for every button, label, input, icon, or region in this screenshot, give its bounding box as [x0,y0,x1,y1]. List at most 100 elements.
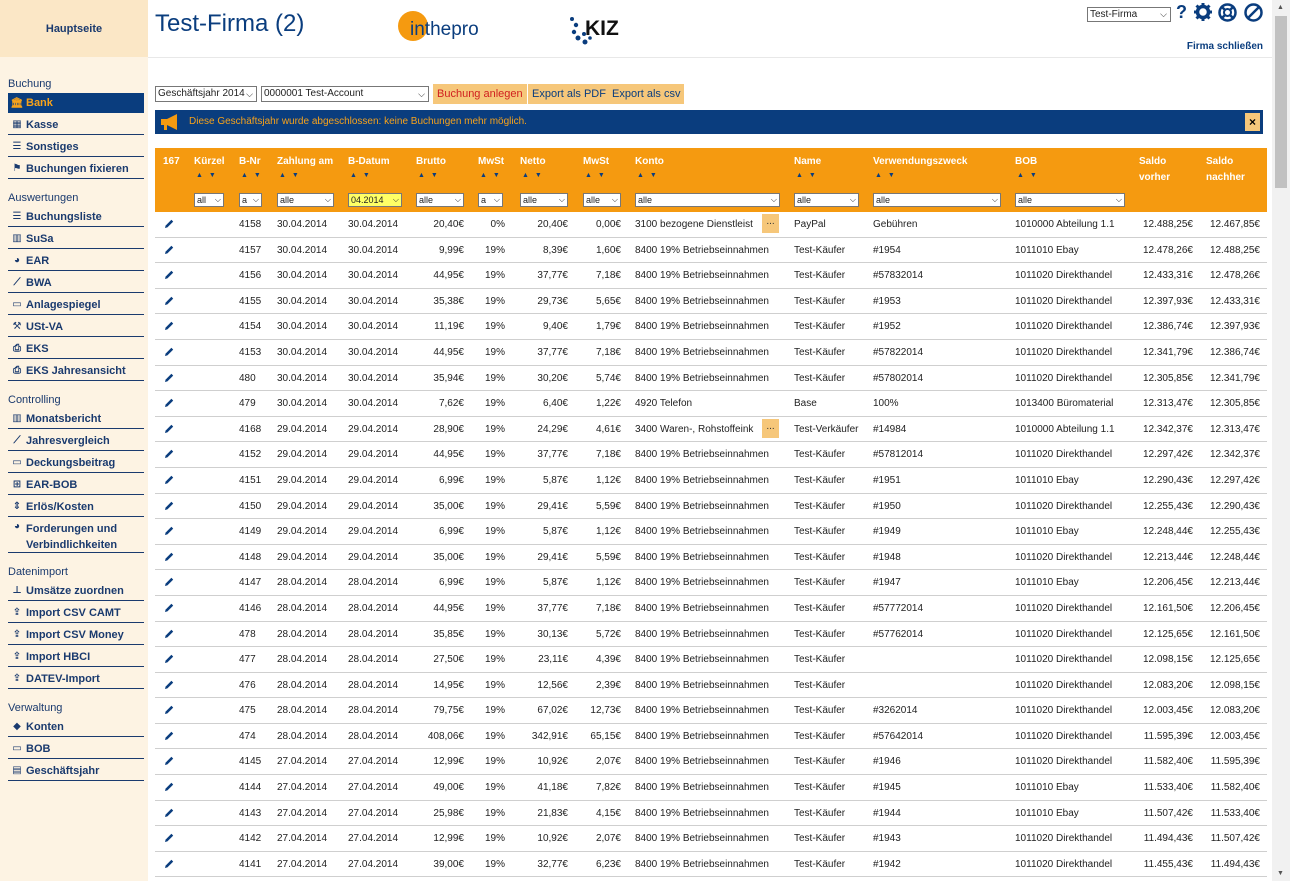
edit-pencil-icon[interactable] [163,628,175,640]
table-row[interactable]: 479 30.04.2014 30.04.2014 7,62€ 19% 6,40€ 1,22… [155,391,1267,417]
edit-pencil-icon[interactable] [163,500,175,512]
sidebar-item-import-csv-money[interactable]: ⇪ Import CSV Money [8,625,144,645]
table-row[interactable]: 4148 29.04.2014 29.04.2014 35,00€ 19% 29,41€ 5… [155,544,1267,571]
edit-pencil-icon[interactable] [163,858,175,870]
sort-arrows-icon[interactable]: ▲▼ [796,172,822,179]
sort-arrows-icon[interactable]: ▲▼ [241,172,267,179]
table-row[interactable]: 474 28.04.2014 28.04.2014 408,06€ 19% 342,91€… [155,724,1267,750]
sidebar-item-jahresvergleich[interactable]: ⟋ Jahresvergleich [8,431,144,451]
new-booking-button[interactable]: Buchung anlegen [433,84,527,104]
col-konto[interactable]: Konto [635,154,664,170]
table-row[interactable]: 4152 29.04.2014 29.04.2014 44,95€ 19% 37,77€ 7… [155,442,1267,468]
sidebar-item-eks-jahresansicht[interactable]: ⎙ EKS Jahresansicht [8,361,144,381]
table-row[interactable]: 4147 28.04.2014 28.04.2014 6,99€ 19% 5,87€ 1,1… [155,570,1267,596]
table-row[interactable]: 4141 27.04.2014 27.04.2014 39,00€ 19% 32,77€ 6… [155,851,1267,878]
scrollbar-thumb[interactable] [1275,16,1287,188]
edit-pencil-icon[interactable] [163,807,175,819]
split-details-button[interactable]: ... [762,418,779,438]
table-row[interactable]: 4151 29.04.2014 29.04.2014 6,99€ 19% 5,87€ 1,1… [155,468,1267,494]
edit-pencil-icon[interactable] [163,551,175,563]
edit-pencil-icon[interactable] [163,474,175,486]
table-row[interactable]: 4143 27.04.2014 27.04.2014 25,98€ 19% 21,83€ 4… [155,800,1267,827]
sidebar-item-bwa[interactable]: ⟋ BWA [8,273,144,293]
col-mwst-amount[interactable]: MwSt [583,154,609,170]
sidebar-item-deckungsbeitrag[interactable]: ▭ Deckungsbeitrag [8,453,144,473]
account-select[interactable]: 0000001 Test-Account ⌵ [261,86,429,102]
table-row[interactable]: 4146 28.04.2014 28.04.2014 44,95€ 19% 37,77€ 7… [155,595,1267,622]
page-scrollbar[interactable]: ▲ ▼ [1272,0,1290,881]
edit-pencil-icon[interactable] [163,295,175,307]
filter-bdatum[interactable]: 04.2014 ⌵ [348,193,402,207]
export-pdf-button[interactable]: Export als PDF [528,84,610,104]
sidebar-item-geschäftsjahr[interactable]: ▤ Geschäftsjahr [8,761,144,781]
edit-pencil-icon[interactable] [163,372,175,384]
table-row[interactable]: 4156 30.04.2014 30.04.2014 44,95€ 19% 37,77€ 7… [155,263,1267,289]
sidebar-item-bob[interactable]: ▭ BOB [8,739,144,759]
filter-kuerzel[interactable]: all ⌵ [194,193,224,207]
edit-pencil-icon[interactable] [163,397,175,409]
edit-pencil-icon[interactable] [163,346,175,358]
col-mwst[interactable]: MwSt [478,154,504,170]
sidebar-item-datev-import[interactable]: ⇪ DATEV-Import [8,669,144,689]
close-firm-link[interactable]: Firma schließen [1187,41,1263,52]
table-row[interactable]: 4150 29.04.2014 29.04.2014 35,00€ 19% 29,41€ 5… [155,493,1267,520]
table-row[interactable]: 477 28.04.2014 28.04.2014 27,50€ 19% 23,11€ 4,… [155,647,1267,673]
edit-pencil-icon[interactable] [163,730,175,742]
sidebar-item-monatsbericht[interactable]: ▥ Monatsbericht [8,409,144,429]
filter-netto[interactable]: alle ⌵ [520,193,568,207]
col-kuerzel[interactable]: Kürzel [194,154,225,170]
gear-icon[interactable] [1194,3,1212,21]
sort-arrows-icon[interactable]: ▲▼ [637,172,663,179]
firm-select[interactable]: Test-Firma ⌵ [1087,7,1171,22]
table-row[interactable]: 4157 30.04.2014 30.04.2014 9,99€ 19% 8,39€ 1,6… [155,237,1267,264]
sidebar-item-buchungen-fixieren[interactable]: ⚑ Buchungen fixieren [8,159,144,179]
col-netto[interactable]: Netto [520,154,546,170]
edit-pencil-icon[interactable] [163,832,175,844]
sidebar-item-bank[interactable]: 🏛 Bank [8,93,144,113]
table-row[interactable]: 480 30.04.2014 30.04.2014 35,94€ 19% 30,20€ 5,… [155,366,1267,392]
table-row[interactable]: 4168 29.04.2014 29.04.2014 28,90€ 19% 24,29€ 4… [155,417,1267,443]
edit-pencil-icon[interactable] [163,244,175,256]
sidebar-item-eks[interactable]: ⎙ EKS [8,339,144,359]
edit-pencil-icon[interactable] [163,755,175,767]
col-zweck[interactable]: Verwendungszweck [873,154,967,170]
filter-bob[interactable]: alle ⌵ [1015,193,1125,207]
sort-arrows-icon[interactable]: ▲▼ [1017,172,1043,179]
edit-pencil-icon[interactable] [163,704,175,716]
sidebar-item-import-csv-camt[interactable]: ⇪ Import CSV CAMT [8,603,144,623]
table-row[interactable]: 4153 30.04.2014 30.04.2014 44,95€ 19% 37,77€ 7… [155,339,1267,366]
edit-pencil-icon[interactable] [163,679,175,691]
scroll-up-icon[interactable]: ▲ [1277,4,1284,11]
edit-pencil-icon[interactable] [163,525,175,537]
sidebar-item-import-hbci[interactable]: ⇪ Import HBCI [8,647,144,667]
home-link[interactable]: Hauptseite [0,0,148,57]
sidebar-item-kasse[interactable]: ▦ Kasse [8,115,144,135]
sidebar-item-konten[interactable]: ◆ Konten [8,717,144,737]
table-row[interactable]: 4154 30.04.2014 30.04.2014 11,19€ 19% 9,40€ 1,… [155,314,1267,340]
split-details-button[interactable]: ... [762,214,779,233]
sort-arrows-icon[interactable]: ▲▼ [480,172,506,179]
edit-pencil-icon[interactable] [163,320,175,332]
col-bob[interactable]: BOB [1015,154,1037,170]
col-saldo-vorher[interactable]: Saldo vorher [1139,154,1170,186]
sidebar-item-erlös-kosten[interactable]: ⇕ Erlös/Kosten [8,497,144,517]
scroll-down-icon[interactable]: ▼ [1277,870,1284,877]
banner-close-button[interactable]: × [1245,113,1260,131]
ban-icon[interactable] [1244,3,1263,22]
filter-mwst-amount[interactable]: alle ⌵ [583,193,621,207]
col-name[interactable]: Name [794,154,821,170]
table-row[interactable]: 4145 27.04.2014 27.04.2014 12,99€ 19% 10,92€ 2… [155,749,1267,776]
sidebar-item-sonstiges[interactable]: ☰ Sonstiges [8,137,144,157]
sidebar-item-umsätze-zuordnen[interactable]: ⊥ Umsätze zuordnen [8,581,144,601]
lifebuoy-icon[interactable] [1218,3,1237,22]
edit-pencil-icon[interactable] [163,781,175,793]
col-zahlung[interactable]: Zahlung am [277,154,333,170]
sort-arrows-icon[interactable]: ▲▼ [418,172,444,179]
fiscal-year-select[interactable]: Geschäftsjahr 2014 ⌵ [155,86,257,102]
sidebar-item-ust-va[interactable]: ⚒ USt-VA [8,317,144,337]
edit-pencil-icon[interactable] [163,218,175,230]
sidebar-item-susa[interactable]: ▥ SuSa [8,229,144,249]
edit-pencil-icon[interactable] [163,269,175,281]
col-bnr[interactable]: B-Nr [239,154,261,170]
col-saldo-nachher[interactable]: Saldo nachher [1206,154,1245,186]
